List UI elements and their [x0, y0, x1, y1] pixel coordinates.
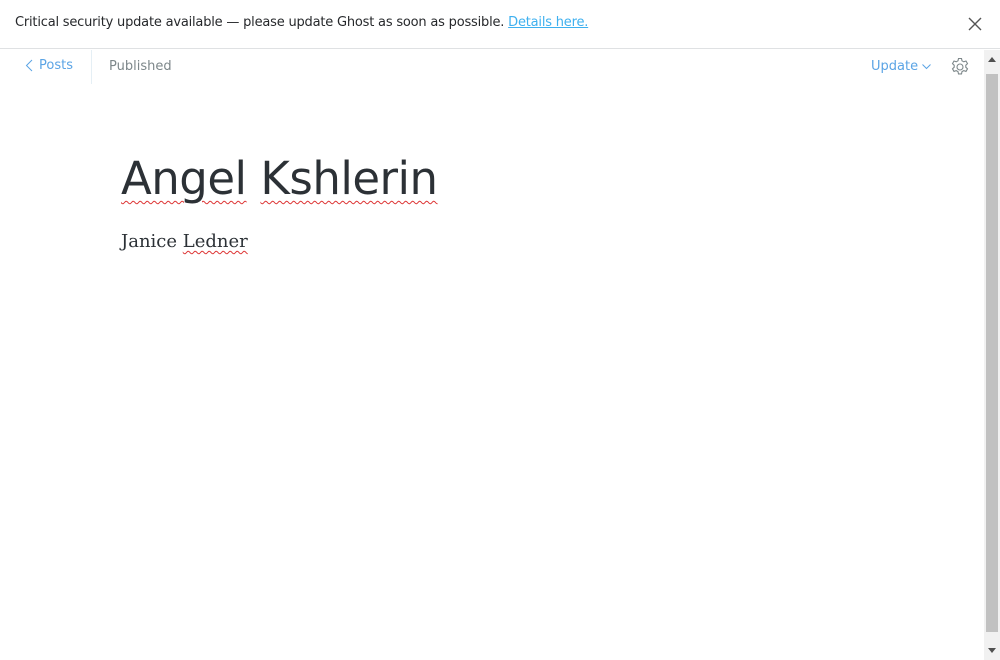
details-link[interactable]: Details here.: [508, 15, 588, 30]
back-label: Posts: [39, 58, 73, 73]
update-banner: Critical security update available — ple…: [0, 0, 1000, 49]
back-to-posts-link[interactable]: Posts: [25, 58, 73, 73]
close-icon[interactable]: [966, 15, 984, 33]
title-word: Angel: [121, 152, 247, 205]
editor-nav: Posts Published Update: [0, 50, 984, 84]
scroll-up-arrow-icon[interactable]: [988, 57, 996, 62]
chevron-down-icon: [922, 64, 932, 70]
update-label: Update: [871, 59, 919, 74]
body-word: Ledner: [182, 231, 248, 252]
title-word: Kshlerin: [260, 152, 438, 205]
banner-message: Critical security update available — ple…: [15, 15, 588, 30]
post-status: Published: [109, 59, 172, 74]
nav-divider: [91, 50, 92, 84]
chevron-left-icon: [25, 59, 33, 72]
post-body[interactable]: Janice Ledner: [121, 231, 248, 252]
scroll-down-arrow-icon[interactable]: [988, 648, 996, 653]
scrollbar[interactable]: [984, 50, 1000, 660]
banner-text: Critical security update available — ple…: [15, 15, 509, 30]
gear-icon[interactable]: [950, 57, 970, 77]
post-title[interactable]: Angel Kshlerin: [121, 152, 438, 205]
scrollbar-thumb[interactable]: [986, 74, 998, 632]
update-dropdown-button[interactable]: Update: [871, 59, 932, 74]
body-word: Janice: [121, 231, 178, 252]
